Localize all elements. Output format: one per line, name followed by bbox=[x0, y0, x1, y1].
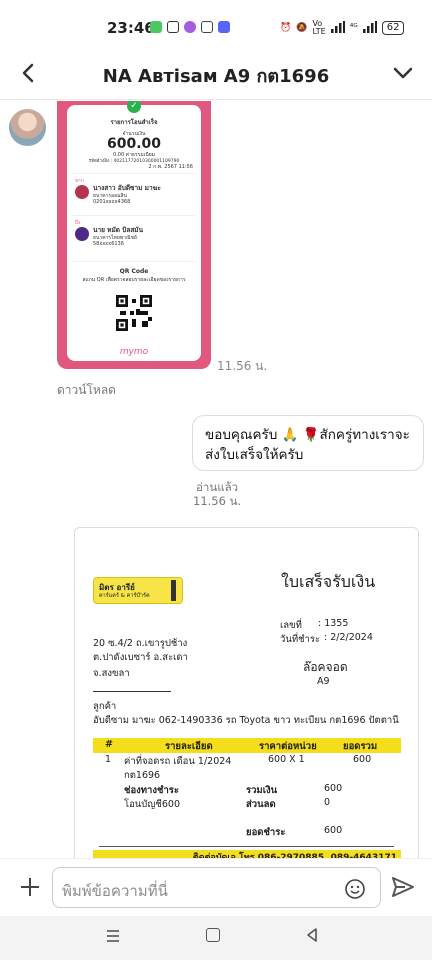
contact-avatar[interactable] bbox=[9, 109, 46, 146]
battery-icon: 62 bbox=[381, 21, 405, 35]
invoice-date-label: วันที่ชำระ bbox=[280, 634, 321, 645]
invoice-logo: มิตร อารีย์ คาร์แคร์ & คาร์บ๊าร์ค bbox=[93, 577, 183, 604]
pay-method: โอนบัญชี600 bbox=[124, 799, 181, 810]
triangle-back-icon bbox=[307, 928, 317, 942]
receipt-receiver: ถึง นาย หมัด บิลสมัน ธนาคารไทยพาณิชย์ 58… bbox=[75, 219, 195, 253]
invoice-address-line: จ.สงขลา bbox=[93, 668, 130, 679]
receipt-divider bbox=[73, 215, 195, 216]
download-link[interactable]: ดาวน์โหลด bbox=[57, 381, 116, 400]
home-button[interactable] bbox=[206, 928, 220, 942]
invoice-footer: ติดต่อบัดเอ โทร 086-2970885, 089-4643171 bbox=[93, 850, 401, 858]
receipt-divider bbox=[73, 173, 195, 174]
scb-bank-logo-icon bbox=[75, 227, 89, 241]
volte-icon: Vo LTE bbox=[312, 19, 326, 36]
receipt-title: รายการโอนสำเร็จ bbox=[110, 119, 158, 126]
sum-label: รวมเงิน bbox=[246, 785, 278, 796]
row-price: 600 X 1 bbox=[268, 754, 305, 765]
invoice-address-line: 20 ซ.4/2 ถ.เขารูปช้าง bbox=[93, 638, 188, 649]
attach-button[interactable] bbox=[18, 875, 42, 899]
invoice-lock-label: ล๊อคจอด bbox=[303, 660, 348, 674]
status-app-icons bbox=[150, 21, 230, 33]
mute-icon: 🔕 bbox=[296, 23, 308, 33]
invoice-customer-label: ลูกค้า bbox=[93, 701, 117, 712]
mymo-brand: mymo bbox=[119, 347, 149, 357]
qr-code-icon bbox=[116, 295, 152, 331]
pay-method-label: ช่องทางชำระ bbox=[124, 785, 180, 796]
outgoing-message-bubble[interactable]: ขอบคุณครับ 🙏 🌹สักครู่ทางเราจะส่งใบเสร็จใ… bbox=[192, 415, 424, 471]
col-total: ยอดรวม bbox=[343, 741, 378, 752]
qr-description: สแกน QR เพื่อตรวจสอบรายละเอียดของรายการ bbox=[82, 277, 186, 283]
receipt-date: 2 ก.พ. 2567 11:56 bbox=[148, 164, 193, 170]
invoice-title: ใบเสร็จรับเงิน bbox=[281, 572, 376, 591]
gsb-bank-logo-icon bbox=[75, 185, 89, 199]
invoice-lock-value: A9 bbox=[317, 676, 330, 687]
gmail-app-icon bbox=[201, 21, 213, 33]
check-icon: ✓ bbox=[127, 101, 141, 113]
system-back-button[interactable] bbox=[304, 927, 320, 943]
paid-value: 600 bbox=[324, 825, 343, 836]
chat-area[interactable]: ✓ รายการโอนสำเร็จ จำนวนเงิน 600.00 0.00 … bbox=[0, 101, 432, 858]
send-icon bbox=[392, 877, 414, 897]
chat-title: NA Автisам A9 กต1696 bbox=[102, 66, 330, 87]
sender-account: 0201xxxx4368 bbox=[93, 199, 131, 205]
outgoing-timestamp: 11.56 น. bbox=[193, 494, 242, 508]
invoice-logo-sub: คาร์แคร์ & คาร์บ๊าร์ค bbox=[99, 593, 150, 599]
signal-icon bbox=[330, 20, 345, 36]
alarm-icon: ⏰ bbox=[280, 23, 292, 33]
invoice-number: : 1355 bbox=[318, 618, 349, 629]
receipt-card: ✓ รายการโอนสำเร็จ จำนวนเงิน 600.00 0.00 … bbox=[67, 101, 201, 361]
back-button[interactable] bbox=[16, 60, 42, 86]
receipt-amount: 600.00 bbox=[106, 136, 162, 152]
transfer-receipt-image[interactable]: ✓ รายการโอนสำเร็จ จำนวนเงิน 600.00 0.00 … bbox=[57, 101, 211, 369]
paid-label: ยอดชำระ bbox=[246, 827, 286, 838]
receiver-account: 58xxxx6136 bbox=[93, 241, 124, 247]
discount-value: 0 bbox=[324, 797, 331, 808]
recent-apps-button[interactable] bbox=[105, 928, 121, 944]
row-total: 600 bbox=[353, 754, 372, 765]
tiktok-app-icon bbox=[167, 21, 179, 33]
row-desc-plate: กต1696 bbox=[124, 770, 161, 781]
discount-label: ส่วนลด bbox=[246, 799, 276, 810]
smiley-icon bbox=[345, 879, 365, 899]
message-input-bar: พิมพ์ข้อความที่นี่ bbox=[0, 858, 432, 916]
invoice-divider bbox=[93, 691, 171, 692]
status-indicators: ⏰ 🔕 Vo LTE ⁴ᴳ 62 bbox=[280, 19, 405, 36]
menu-lines-icon bbox=[107, 930, 119, 942]
network-4g-icon: ⁴ᴳ bbox=[349, 23, 358, 33]
invoice-table-header: # รายละเอียด ราคาต่อหน่วย ยอดรวม bbox=[93, 738, 401, 753]
send-button[interactable] bbox=[391, 876, 415, 898]
message-input[interactable]: พิมพ์ข้อความที่นี่ bbox=[52, 867, 381, 908]
col-desc: รายละเอียด bbox=[165, 741, 213, 752]
system-nav-bar bbox=[0, 916, 432, 960]
receipt-divider bbox=[73, 261, 195, 262]
qr-title: QR Code bbox=[119, 268, 149, 275]
col-no: # bbox=[105, 739, 113, 750]
invoice-divider bbox=[99, 846, 394, 847]
chat-menu-button[interactable] bbox=[390, 60, 416, 86]
line-app-icon bbox=[150, 21, 162, 33]
row-no: 1 bbox=[105, 754, 112, 765]
signal-2-icon bbox=[362, 20, 377, 36]
invoice-logo-bar bbox=[171, 580, 176, 601]
sum-value: 600 bbox=[324, 783, 343, 794]
emoji-button[interactable] bbox=[344, 878, 366, 900]
chevron-left-icon bbox=[22, 63, 34, 83]
message-input-placeholder: พิมพ์ข้อความที่นี่ bbox=[62, 882, 168, 900]
invoice-image[interactable]: มิตร อารีย์ คาร์แคร์ & คาร์บ๊าร์ค ใบเสร็… bbox=[74, 527, 419, 858]
col-price: ราคาต่อหน่วย bbox=[259, 741, 317, 752]
invoice-customer: อับดีซาม มาฆะ 062-1490336 รถ Toyota ขาว … bbox=[93, 715, 399, 726]
invoice-address-line: ต.ปาดังเบซาร์ อ.สะเดา bbox=[93, 652, 188, 663]
incoming-timestamp: 11.56 น. bbox=[217, 359, 268, 373]
chat-header: NA Автisам A9 กต1696 bbox=[0, 48, 432, 100]
messenger-app-icon bbox=[184, 21, 196, 33]
invoice-date: : 2/2/2024 bbox=[324, 632, 373, 643]
status-time: 23:46 bbox=[107, 19, 155, 37]
chevron-down-icon bbox=[393, 67, 413, 79]
receipt-sender: จาก นางสาว อับดีซาม มาฆะ ธนาคารออมสิน 02… bbox=[75, 177, 195, 211]
discord-app-icon bbox=[218, 21, 230, 33]
row-desc: ค่าที่จอดรถ เดือน 1/2024 bbox=[124, 756, 232, 767]
invoice-number-label: เลขที่ bbox=[280, 620, 302, 631]
plus-icon bbox=[21, 878, 39, 896]
